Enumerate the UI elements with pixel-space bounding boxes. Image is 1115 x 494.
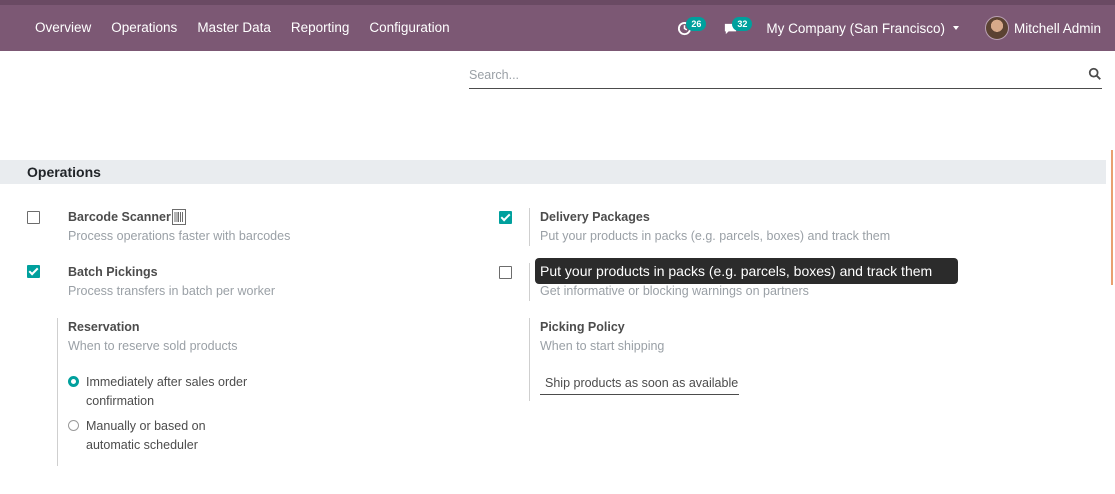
delivery-packages-label: Delivery Packages [540, 210, 650, 224]
picking-policy-desc: When to start shipping [540, 339, 665, 353]
systray: 26 32 My Company (San Francisco) Mitchel… [664, 5, 1115, 51]
activity-button[interactable]: 26 [664, 5, 707, 51]
user-name: Mitchell Admin [1013, 20, 1101, 36]
batch-pickings-label: Batch Pickings [68, 265, 158, 279]
barcode-scanner-desc: Process operations faster with barcodes [68, 229, 291, 243]
picking-policy-label: Picking Policy [540, 320, 625, 334]
batch-pickings-checkbox[interactable] [27, 265, 40, 278]
reservation-desc: When to reserve sold products [68, 339, 238, 353]
barcode-scanner-label: Barcode Scanner [68, 210, 171, 224]
messages-badge: 32 [732, 17, 753, 31]
picking-policy-selected: Ship products as soon as available, with… [545, 376, 739, 390]
menu-overview[interactable]: Overview [25, 5, 101, 51]
section-header: Operations [0, 160, 1106, 184]
reservation-manual-label[interactable]: Manually or based on automatic scheduler [86, 417, 226, 455]
caret-down-icon [952, 26, 959, 30]
menu-master-data[interactable]: Master Data [187, 5, 281, 51]
company-name: My Company (San Francisco) [766, 20, 945, 36]
reservation-immediate-radio[interactable] [68, 376, 79, 387]
menu-configuration[interactable]: Configuration [359, 5, 459, 51]
warnings-desc: Get informative or blocking warnings on … [540, 284, 809, 298]
reservation-manual-radio[interactable] [68, 420, 79, 431]
section-title: Operations [27, 164, 101, 180]
search-bar [469, 64, 1102, 89]
main-menu: Overview Operations Master Data Reportin… [25, 5, 460, 51]
user-menu[interactable]: Mitchell Admin [973, 16, 1115, 40]
company-switcher[interactable]: My Company (San Francisco) [750, 21, 973, 36]
barcode-doc-icon [172, 209, 186, 225]
picking-policy-divider [529, 318, 530, 401]
activity-badge: 26 [686, 17, 707, 31]
reservation-immediate-label[interactable]: Immediately after sales order confirmati… [86, 373, 286, 411]
messages-button[interactable]: 32 [710, 5, 753, 51]
reservation-divider [57, 318, 58, 466]
barcode-scanner-checkbox[interactable] [27, 211, 40, 224]
search-icon[interactable] [1088, 67, 1102, 81]
search-input[interactable] [469, 64, 1069, 86]
delivery-packages-divider [529, 208, 530, 246]
menu-operations[interactable]: Operations [101, 5, 187, 51]
batch-pickings-desc: Process transfers in batch per worker [68, 284, 276, 298]
warnings-checkbox[interactable] [499, 266, 512, 279]
picking-policy-select[interactable]: Ship products as soon as available, with… [540, 374, 739, 395]
delivery-packages-checkbox[interactable] [499, 211, 512, 224]
warnings-divider [529, 263, 530, 301]
tooltip: Put your products in packs (e.g. parcels… [535, 258, 958, 284]
top-navbar: Overview Operations Master Data Reportin… [0, 0, 1115, 51]
scrollbar[interactable] [1111, 150, 1113, 285]
reservation-label: Reservation [68, 320, 140, 334]
avatar [984, 16, 1009, 40]
menu-reporting[interactable]: Reporting [281, 5, 360, 51]
delivery-packages-desc: Put your products in packs (e.g. parcels… [540, 229, 891, 243]
